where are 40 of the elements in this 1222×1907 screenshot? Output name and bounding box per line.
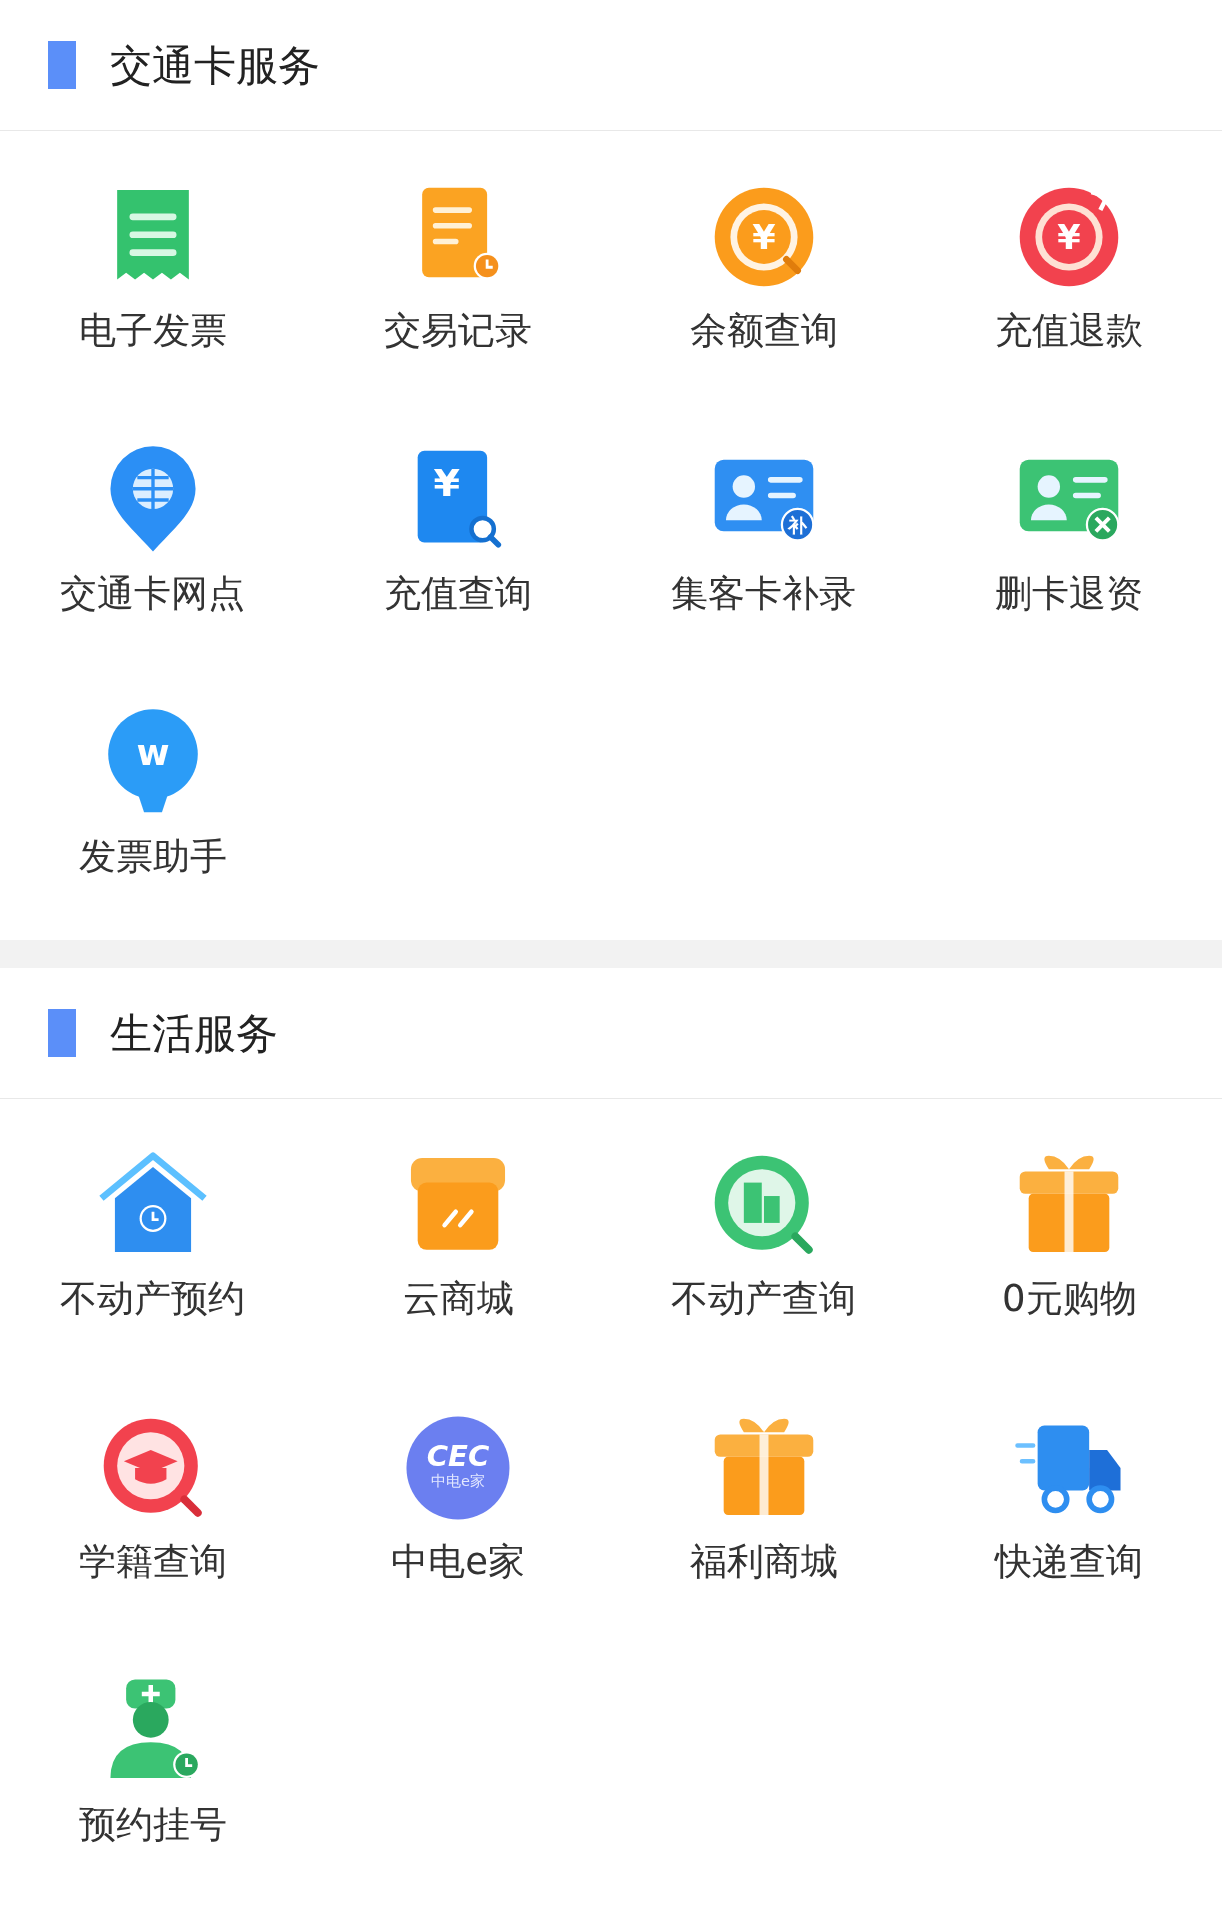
service-label: 发票助手 (78, 835, 227, 879)
service-item[interactable]: 删卡退资 (916, 394, 1222, 657)
service-label: 快递查询 (995, 1540, 1144, 1584)
service-item[interactable]: 快递查询 (916, 1362, 1222, 1625)
service-item[interactable]: 预约挂号 (0, 1625, 306, 1888)
service-label: 学籍查询 (78, 1540, 227, 1584)
accent-bar-icon (48, 41, 76, 89)
service-label: 余额查询 (689, 309, 838, 353)
service-item[interactable]: CEC 中电e家 中电e家 (305, 1362, 611, 1625)
service-label: 福利商城 (689, 1540, 838, 1584)
service-label: 预约挂号 (78, 1803, 227, 1847)
service-item[interactable]: 不动产查询 (611, 1099, 917, 1362)
service-item[interactable]: 学籍查询 (0, 1362, 306, 1625)
service-item[interactable]: 补 集客卡补录 (611, 394, 917, 657)
service-label: 充值查询 (384, 572, 533, 616)
section-title: 交通卡服务 (110, 39, 320, 92)
service-label: 交易记录 (384, 309, 533, 353)
service-label: 删卡退资 (995, 572, 1144, 616)
service-item[interactable]: 电子发票 (0, 131, 306, 394)
service-item[interactable]: 0元购物 (916, 1099, 1222, 1362)
service-label: 交通卡网点 (60, 572, 246, 616)
accent-bar-icon (48, 1009, 76, 1057)
service-item[interactable]: 福利商城 (611, 1362, 917, 1625)
service-item[interactable]: 交通卡网点 (0, 394, 306, 657)
service-label: 云商城 (402, 1277, 514, 1321)
service-item[interactable]: 不动产预约 (0, 1099, 306, 1362)
service-label: 中电e家 (391, 1540, 526, 1584)
service-item[interactable]: 云商城 (305, 1099, 611, 1362)
service-label: 集客卡补录 (671, 572, 857, 616)
service-label: 电子发票 (78, 309, 227, 353)
service-label: 不动产预约 (60, 1277, 246, 1321)
service-label: 不动产查询 (671, 1277, 857, 1321)
service-label: 充值退款 (995, 309, 1144, 353)
service-item[interactable]: w 发票助手 (0, 657, 306, 920)
service-label: 0元购物 (1001, 1277, 1137, 1321)
service-item[interactable]: ¥ 充值查询 (305, 394, 611, 657)
service-item[interactable]: ¥ 余额查询 (611, 131, 917, 394)
service-item[interactable]: ¥ 充值退款 (916, 131, 1222, 394)
section-title: 生活服务 (110, 1007, 278, 1060)
service-item[interactable]: 交易记录 (305, 131, 611, 394)
